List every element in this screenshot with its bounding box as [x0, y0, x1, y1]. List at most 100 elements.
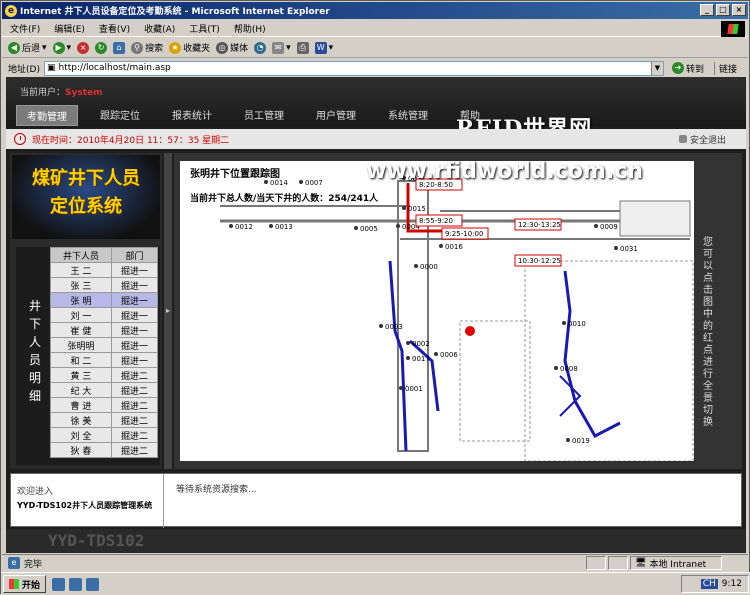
menu-help[interactable]: 帮助(H) — [234, 22, 266, 35]
ime-indicator[interactable]: CH — [700, 579, 718, 589]
table-row[interactable]: 狄 春掘进二 — [50, 442, 159, 458]
links-button[interactable]: 链接 — [713, 61, 737, 75]
map-node-label: 0014 — [270, 179, 288, 187]
staff-name: 刘 全 — [50, 427, 112, 443]
staff-panel: 井下人员明细 井下人员 部门 王 二掘进一张 三掘进一张 明掘进一刘 一掘进一崔… — [16, 247, 160, 465]
stop-icon: × — [77, 41, 90, 54]
mine-map[interactable]: 张明井下位置跟踪图 当前井下总人数/当天下井的人数：254/241人 0014 0… — [180, 161, 694, 461]
route-blue — [408, 339, 440, 412]
go-arrow-icon: ➜ — [671, 62, 684, 74]
map-node-point — [379, 324, 383, 328]
table-row[interactable]: 张 三掘进一 — [50, 277, 159, 293]
map-node-label: 0007 — [305, 179, 323, 187]
divider — [163, 474, 164, 528]
nav-staff[interactable]: 员工管理 — [234, 105, 294, 126]
print-button[interactable]: ⎙ — [296, 41, 309, 54]
map-node-point — [299, 180, 303, 184]
nav-attendance[interactable]: 考勤管理 — [16, 105, 78, 126]
map-node-point — [354, 226, 358, 230]
table-row[interactable]: 徐 美掘进二 — [50, 412, 159, 428]
lock-icon — [678, 135, 687, 143]
table-row[interactable]: 崔 健掘进一 — [50, 322, 159, 338]
table-row[interactable]: 刘 全掘进二 — [50, 427, 159, 443]
search-button[interactable]: ⚲ 搜索 — [131, 41, 163, 54]
time-label: 8:55-9:20 — [419, 217, 453, 225]
map-node-label: 0010 — [568, 320, 586, 328]
clock-icon — [14, 133, 26, 145]
nav-system[interactable]: 系统管理 — [378, 105, 438, 126]
home-icon: ⌂ — [113, 41, 126, 54]
edit-button[interactable]: W ▾ — [314, 41, 333, 54]
staff-table: 井下人员 部门 王 二掘进一张 三掘进一张 明掘进一刘 一掘进一崔 健掘进一 张明… — [50, 247, 159, 458]
staff-dept: 掘进一 — [110, 307, 159, 323]
table-row[interactable]: 张 明掘进一 — [50, 292, 159, 308]
staff-dept: 掘进一 — [110, 277, 159, 293]
table-row[interactable]: 王 二掘进一 — [50, 262, 159, 278]
app-page: 当前用户：System 考勤管理 跟踪定位 报表统计 员工管理 用户管理 系统管… — [6, 77, 746, 553]
table-row[interactable]: 纪 大掘进二 — [50, 382, 159, 398]
address-input[interactable]: ▣ http://localhost/main.asp ▼ — [43, 60, 664, 76]
panel-splitter[interactable]: ▸ — [164, 153, 172, 469]
edit-page-icon: W — [314, 41, 327, 54]
nav-tracking[interactable]: 跟踪定位 — [90, 105, 150, 126]
footer-version: YYD-TDS102 — [48, 531, 145, 550]
watermark-url: www.rfidworld.com.cn — [366, 159, 643, 184]
table-row[interactable]: 张明明 掘进一 — [50, 337, 159, 353]
go-button[interactable]: ➜ 转到 — [671, 62, 704, 75]
staff-dept: 掘进一 — [110, 322, 159, 338]
tray-clock: 9:12 — [721, 579, 742, 589]
history-button[interactable]: ◔ — [254, 41, 267, 54]
mail-button[interactable]: ✉ ▾ — [272, 41, 291, 54]
back-button[interactable]: ◀ 后退 ▾ — [8, 41, 47, 54]
stop-button[interactable]: × — [77, 41, 90, 54]
favorites-button[interactable]: ★ 收藏夹 — [169, 41, 210, 54]
menu-bar: 文件(F) 编辑(E) 查看(V) 收藏(A) 工具(T) 帮助(H) — [2, 20, 748, 37]
menu-view[interactable]: 查看(V) — [99, 22, 130, 35]
taskbar: 开始 CH 9:12 — [1, 572, 750, 595]
map-node-point — [594, 224, 598, 228]
map-node-label: 0019 — [572, 437, 590, 445]
outlook-quicklaunch-icon[interactable] — [69, 577, 83, 591]
info-panel: 欢迎进入 YYD-TDS102井下人员跟踪管理系统 等待系统资源搜索... — [10, 473, 742, 528]
map-node-label: 0012 — [235, 223, 253, 231]
left-panel: 煤矿井下人员 定位系统 井下人员明细 井下人员 部门 王 二掘进一张 三掘进一张… — [10, 153, 162, 469]
current-user: 当前用户：System — [20, 88, 103, 98]
menu-edit[interactable]: 编辑(E) — [54, 22, 85, 35]
windows-logo-icon — [9, 579, 19, 589]
nav-users[interactable]: 用户管理 — [306, 105, 366, 126]
system-name: YYD-TDS102井下人员跟踪管理系统 — [17, 501, 153, 510]
address-url: http://localhost/main.asp — [58, 63, 171, 73]
media-button[interactable]: ◎ 媒体 — [216, 41, 248, 54]
start-button[interactable]: 开始 — [3, 575, 47, 593]
close-button[interactable]: × — [732, 4, 746, 16]
table-row[interactable]: 和 二掘进一 — [50, 352, 159, 368]
minimize-button[interactable]: _ — [700, 4, 714, 16]
staff-dept: 掘进二 — [110, 367, 159, 383]
menu-tools[interactable]: 工具(T) — [189, 22, 220, 35]
table-row[interactable]: 刘 一掘进一 — [50, 307, 159, 323]
staff-name: 刘 一 — [50, 307, 112, 323]
map-node-point — [434, 352, 438, 356]
desktop-quicklaunch-icon[interactable] — [86, 577, 100, 591]
menu-file[interactable]: 文件(F) — [10, 22, 40, 35]
app-footer: YYD-TDS102 — [6, 529, 746, 553]
logout-button[interactable]: 安全退出 — [678, 133, 726, 146]
title-bar: e Internet 井下人员设备定位及考勤系统 - Microsoft Int… — [2, 2, 748, 19]
menu-favorites[interactable]: 收藏(A) — [144, 22, 175, 35]
nav-reports[interactable]: 报表统计 — [162, 105, 222, 126]
table-row[interactable]: 曹 进掘进二 — [50, 397, 159, 413]
done-page-icon: e — [8, 557, 20, 569]
ie-quicklaunch-icon[interactable] — [52, 577, 66, 591]
staff-dept: 掘进一 — [110, 292, 159, 308]
staff-name: 王 二 — [50, 262, 112, 278]
map-node-label: 0013 — [275, 223, 293, 231]
system-logo: 煤矿井下人员 定位系统 — [12, 155, 160, 239]
forward-arrow-icon: ▶ — [52, 41, 65, 54]
map-node-label: 0009 — [600, 223, 618, 231]
address-dropdown-icon[interactable]: ▼ — [650, 61, 663, 75]
forward-button[interactable]: ▶ ▾ — [52, 41, 71, 54]
refresh-button[interactable]: ↻ — [95, 41, 108, 54]
maximize-button[interactable]: □ — [716, 4, 730, 16]
table-row[interactable]: 黄 三掘进二 — [50, 367, 159, 383]
home-button[interactable]: ⌂ — [113, 41, 126, 54]
